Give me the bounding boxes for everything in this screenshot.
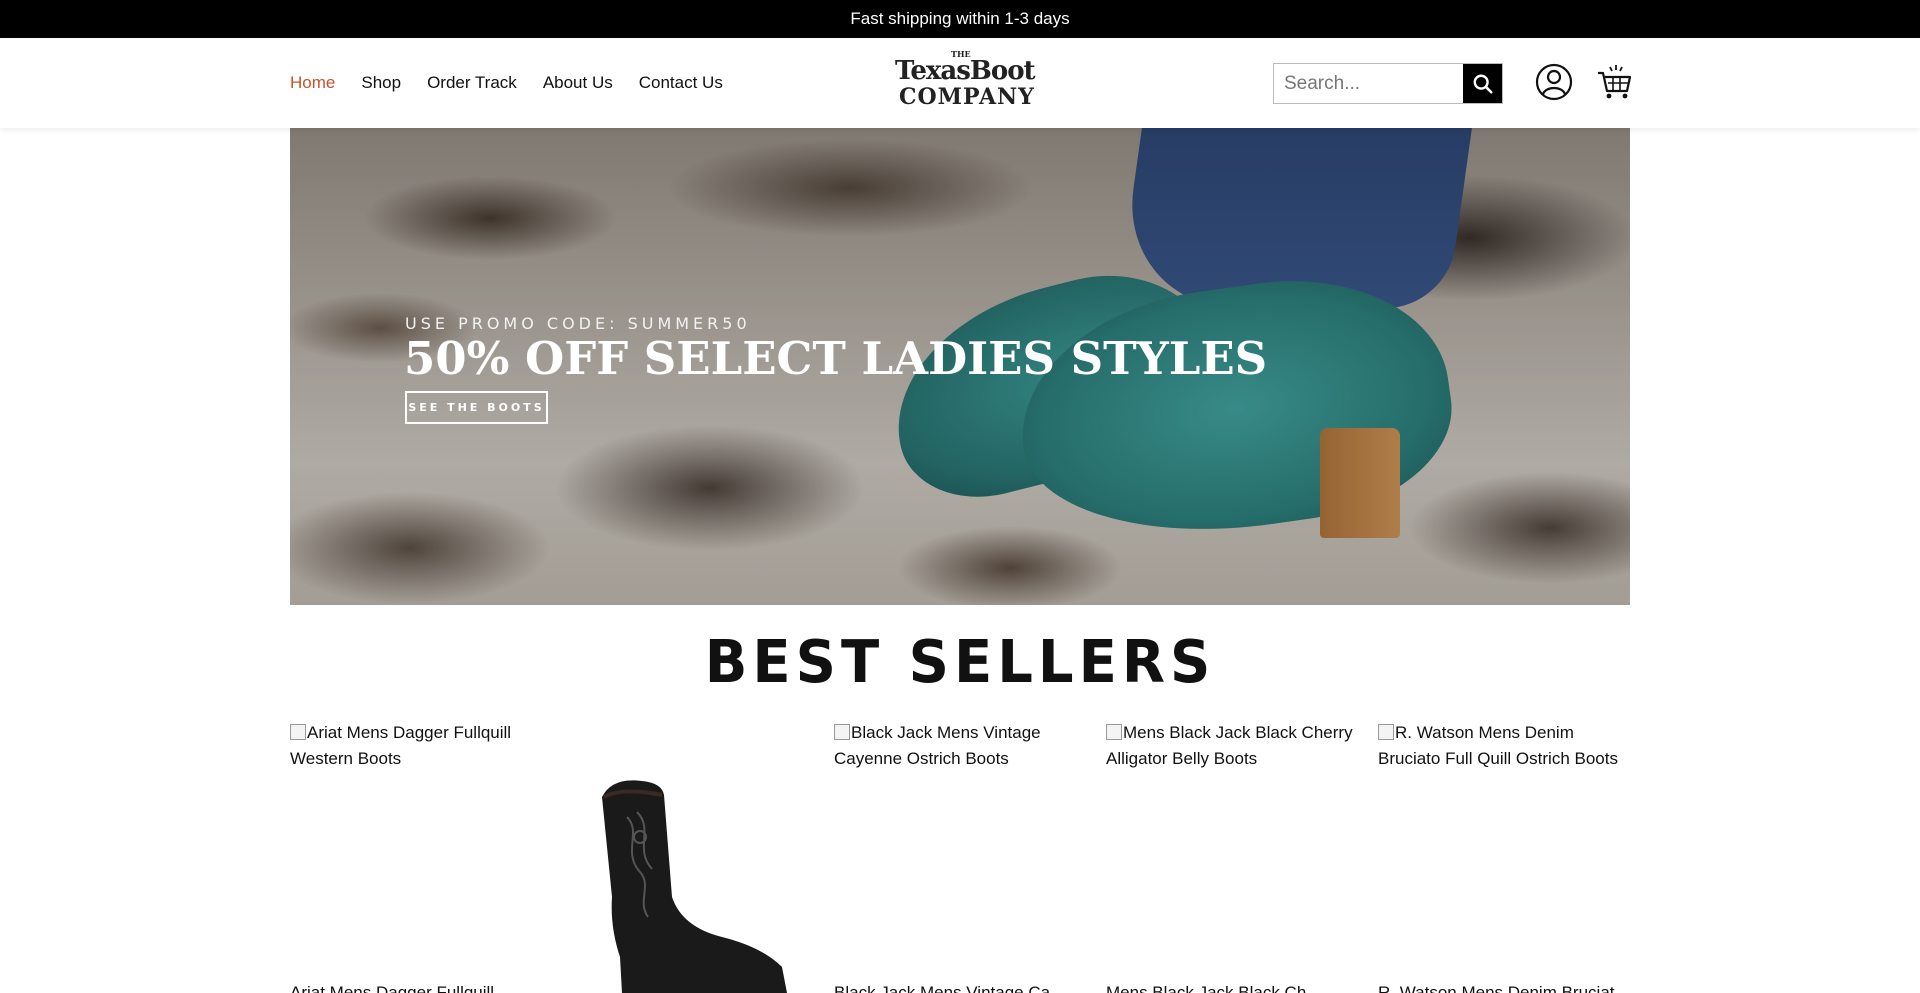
product-image-alt-text: R. Watson Mens Denim Bruciato Full Quill…: [1378, 723, 1618, 768]
account-icon[interactable]: [1535, 63, 1573, 101]
product-image-alt: Mens Black Jack Black Cherry Alligator B…: [1106, 720, 1364, 772]
nav-about-us[interactable]: About Us: [543, 73, 613, 93]
best-sellers-grid: Ariat Mens Dagger Fullquill Western Boot…: [290, 720, 1630, 993]
product-image-alt: R. Watson Mens Denim Bruciato Full Quill…: [1378, 720, 1630, 772]
cart-icon[interactable]: [1596, 63, 1632, 101]
announcement-text: Fast shipping within 1-3 days: [850, 9, 1070, 28]
product-title[interactable]: Mens Black Jack Black Ch: [1106, 983, 1306, 993]
search-box: [1273, 63, 1503, 104]
broken-image-icon: [290, 724, 306, 740]
see-the-boots-button[interactable]: SEE THE BOOTS: [405, 391, 548, 424]
logo-line2: COMPANY: [899, 84, 1035, 110]
boot-product-image: [602, 780, 787, 993]
broken-image-icon: [1106, 724, 1122, 740]
broken-image-icon: [1378, 724, 1394, 740]
product-title[interactable]: R. Watson Mens Denim Bruciat: [1378, 983, 1615, 993]
product-image-alt-text: Mens Black Jack Black Cherry Alligator B…: [1106, 723, 1353, 768]
product-title[interactable]: Black Jack Mens Vintage Ca: [834, 983, 1050, 993]
product-card[interactable]: Black Jack Mens Vintage Cayenne Ostrich …: [834, 720, 1092, 993]
product-card[interactable]: [562, 720, 820, 993]
hero-banner[interactable]: USE PROMO CODE: SUMMER50 50% OFF SELECT …: [290, 128, 1630, 605]
best-sellers-title: BEST SELLERS: [704, 628, 1216, 697]
site-header: Home Shop Order Track About Us Contact U…: [0, 38, 1920, 128]
product-card[interactable]: Mens Black Jack Black Cherry Alligator B…: [1106, 720, 1364, 993]
site-logo[interactable]: THE TexasBoot COMPANY: [893, 49, 1036, 114]
product-image-alt-text: Black Jack Mens Vintage Cayenne Ostrich …: [834, 723, 1041, 768]
nav-order-track[interactable]: Order Track: [427, 73, 517, 93]
announcement-bar: Fast shipping within 1-3 days: [0, 0, 1920, 38]
nav-home[interactable]: Home: [290, 73, 335, 93]
main-nav: Home Shop Order Track About Us Contact U…: [290, 38, 723, 128]
search-input[interactable]: [1274, 64, 1463, 103]
broken-image-icon: [834, 724, 850, 740]
product-card[interactable]: Ariat Mens Dagger Fullquill Western Boot…: [290, 720, 548, 993]
product-image-alt-text: Ariat Mens Dagger Fullquill Western Boot…: [290, 723, 512, 768]
search-button[interactable]: [1463, 64, 1502, 103]
product-image-alt: Black Jack Mens Vintage Cayenne Ostrich …: [834, 720, 1092, 772]
nav-shop[interactable]: Shop: [361, 73, 401, 93]
product-title[interactable]: Ariat Mens Dagger Fullquill: [290, 983, 494, 993]
product-image-alt: Ariat Mens Dagger Fullquill Western Boot…: [290, 720, 548, 772]
hero-title: 50% OFF SELECT LADIES STYLES: [404, 332, 1268, 385]
hero-promo-text: USE PROMO CODE: SUMMER50: [405, 314, 751, 333]
product-card[interactable]: R. Watson Mens Denim Bruciato Full Quill…: [1378, 720, 1630, 993]
nav-contact-us[interactable]: Contact Us: [639, 73, 723, 93]
logo-line1: TexasBoot: [895, 56, 1036, 86]
search-icon: [1473, 74, 1493, 94]
